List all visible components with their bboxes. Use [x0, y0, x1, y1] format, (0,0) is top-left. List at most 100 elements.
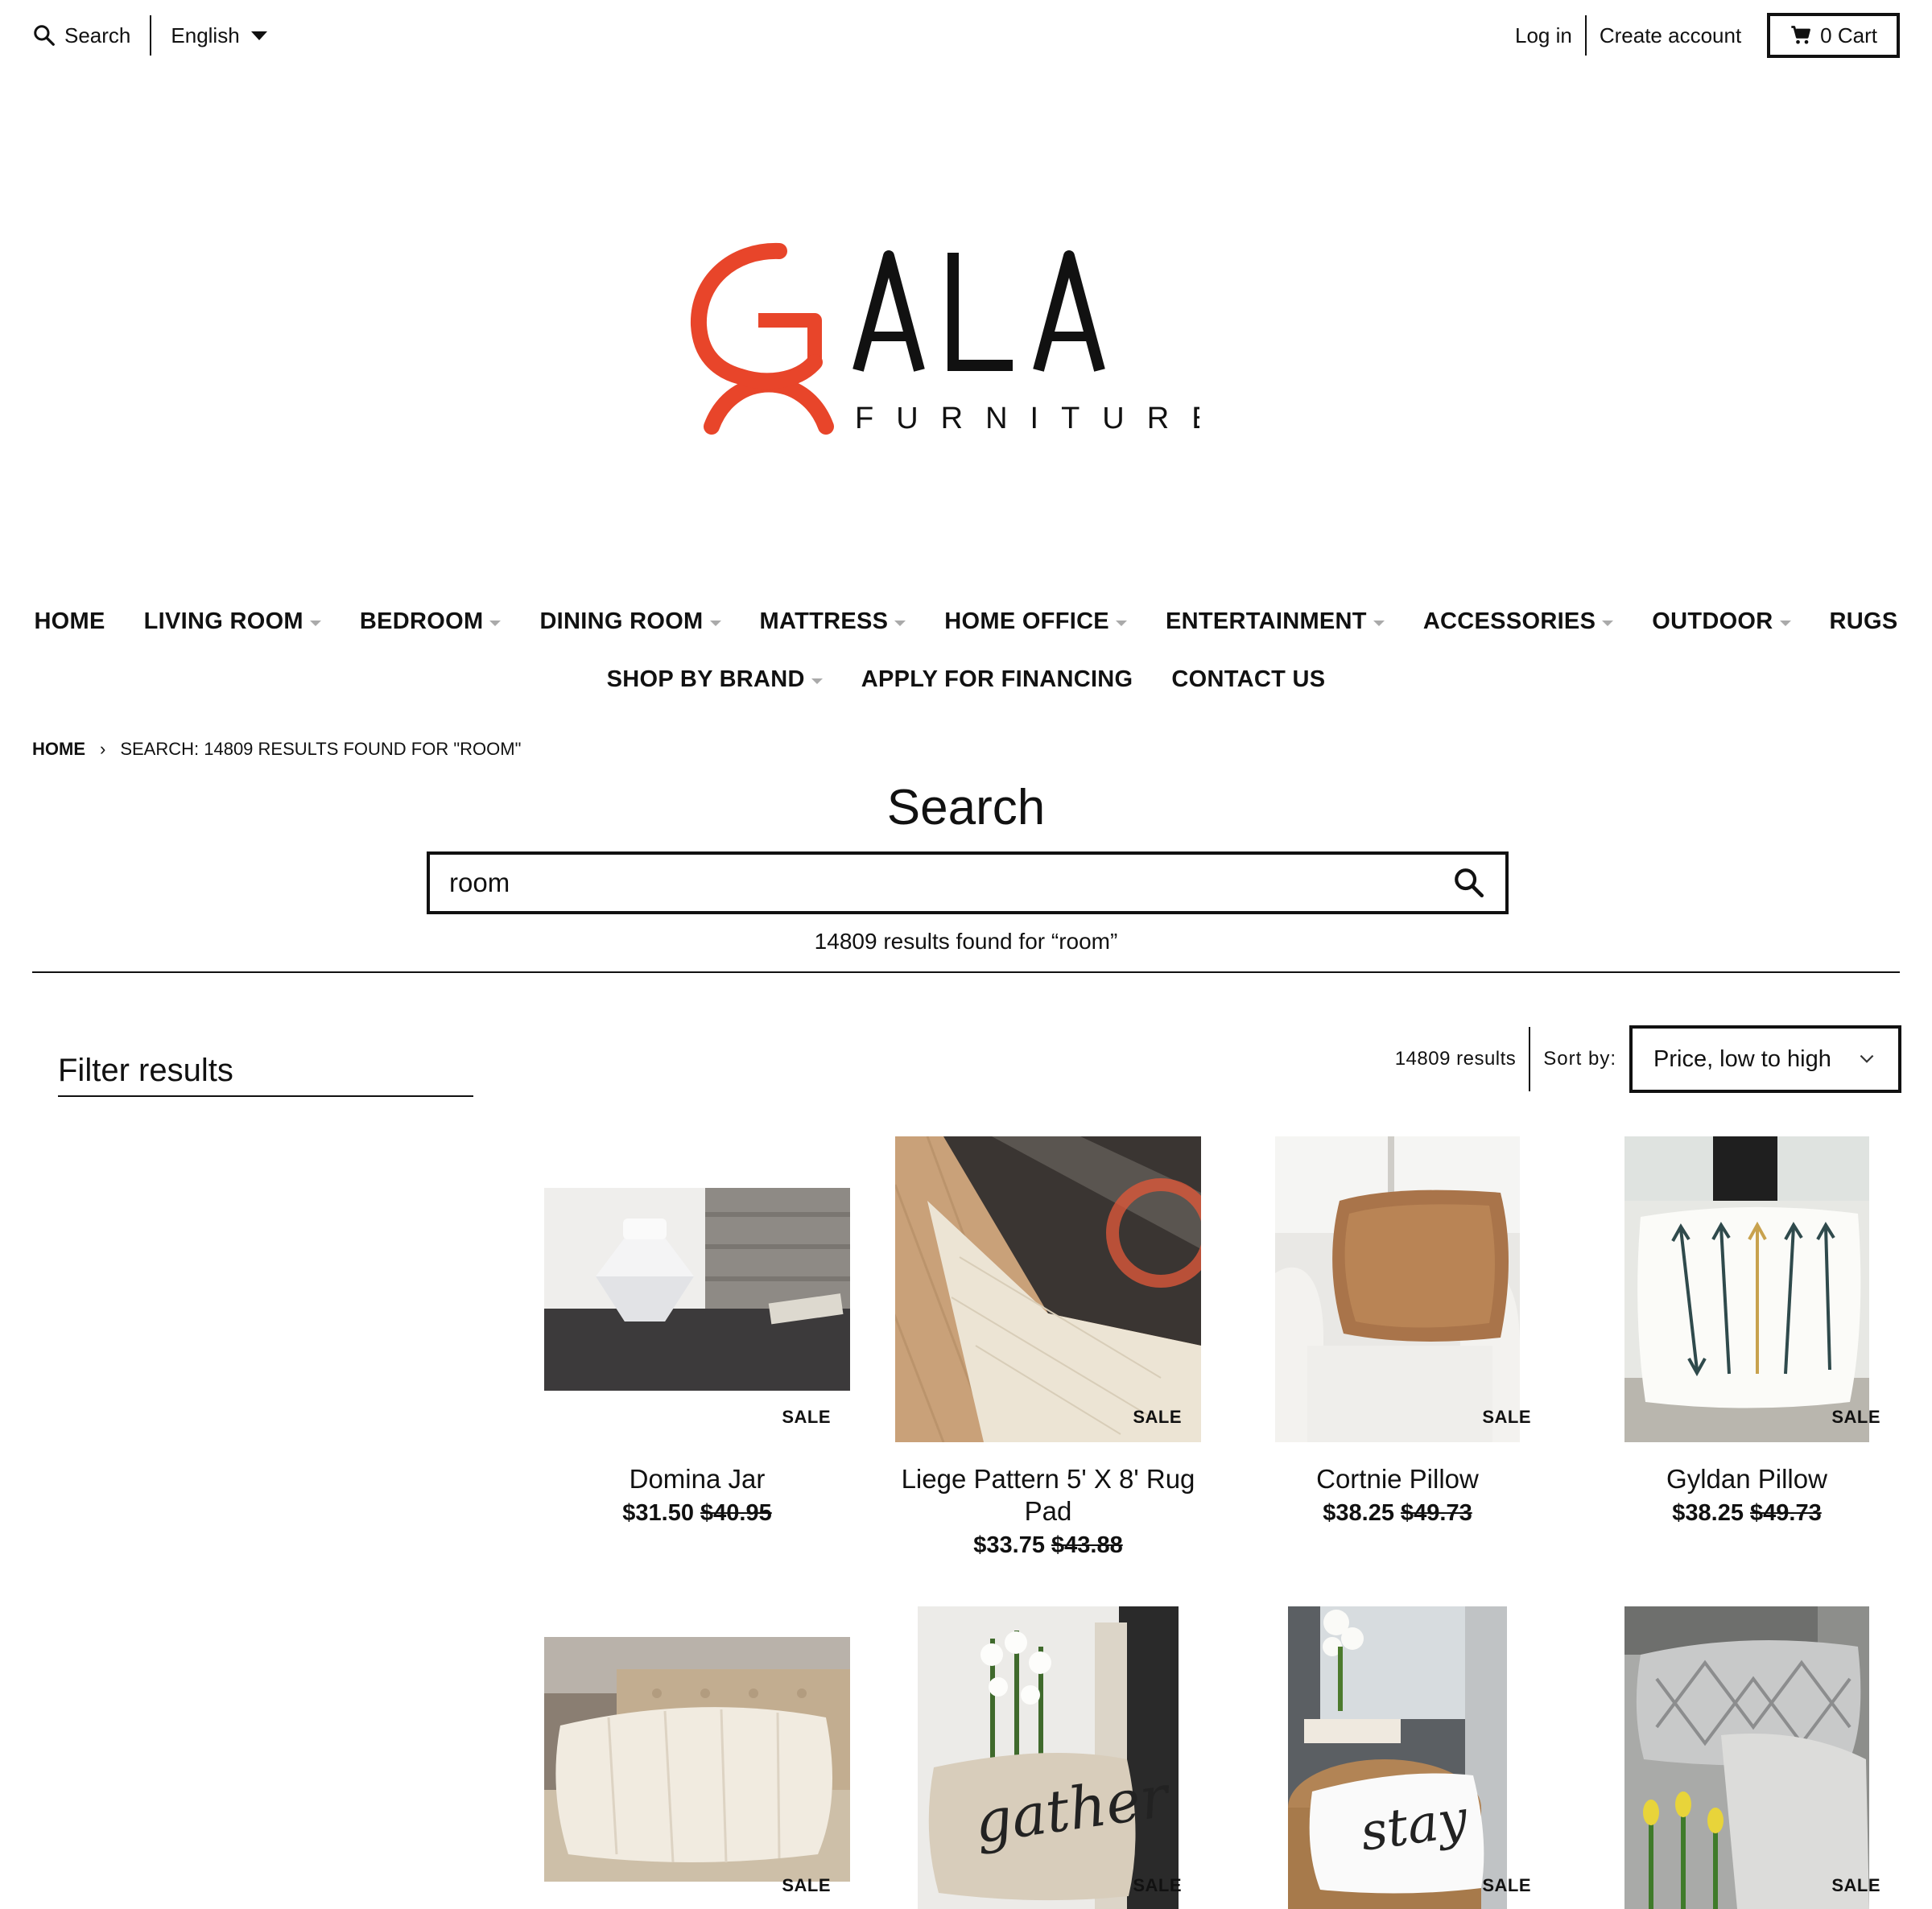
nav-apply-for-financing[interactable]: APPLY FOR FINANCING	[861, 666, 1133, 693]
product-image[interactable]: gather	[918, 1606, 1179, 1909]
sale-badge: SALE	[1831, 1875, 1880, 1895]
product-image[interactable]: stay	[1288, 1606, 1507, 1909]
dropdown-arrow-icon	[1602, 620, 1614, 626]
product-card[interactable]: SALE	[544, 1606, 850, 1909]
nav-contact-us[interactable]: CONTACT US	[1171, 666, 1325, 693]
sale-badge: SALE	[1831, 1407, 1880, 1427]
product-price: $38.25 $49.73	[1245, 1500, 1550, 1527]
nav-label: CONTACT US	[1171, 666, 1326, 692]
search-icon	[34, 25, 55, 46]
original-price: $40.95	[700, 1500, 772, 1526]
nav-label: ENTERTAINMENT	[1165, 608, 1367, 634]
nav-row-1: HOME LIVING ROOM BEDROOM DINING ROOM MAT…	[0, 602, 1932, 641]
divider	[1584, 15, 1587, 56]
nav-label: HOME	[34, 608, 105, 634]
nav-label: LIVING ROOM	[143, 608, 303, 634]
top-bar: Search English Log in Create account 0 C…	[0, 0, 1932, 71]
product-card[interactable]: stay SALE	[1245, 1606, 1550, 1909]
svg-text:FURNITURE: FURNITURE	[855, 402, 1199, 435]
dropdown-arrow-icon	[309, 620, 321, 626]
nav-outdoor[interactable]: OUTDOOR	[1652, 608, 1791, 635]
product-name[interactable]: Cortnie Pillow	[1245, 1463, 1550, 1495]
original-price: $49.73	[1401, 1500, 1472, 1526]
search-icon	[1455, 868, 1484, 898]
nav-bedroom[interactable]: BEDROOM	[360, 608, 502, 635]
results-count: 14809 results	[1394, 1048, 1517, 1070]
divider	[1529, 1027, 1531, 1091]
original-price: $49.73	[1750, 1500, 1822, 1526]
sale-badge: SALE	[1482, 1407, 1531, 1427]
nav-label: ACCESSORIES	[1422, 608, 1596, 634]
dropdown-arrow-icon	[1373, 620, 1385, 626]
breadcrumb-current: SEARCH: 14809 RESULTS FOUND FOR "ROOM"	[120, 739, 522, 759]
nav-label: SHOP BY BRAND	[606, 666, 805, 692]
nav-label: DINING ROOM	[539, 608, 704, 634]
sale-price: $31.50	[622, 1500, 694, 1526]
language-selector[interactable]: English	[171, 23, 267, 48]
breadcrumb: HOME › SEARCH: 14809 RESULTS FOUND FOR "…	[32, 739, 521, 760]
product-card[interactable]: SALE Cortnie Pillow $38.25 $49.73	[1245, 1136, 1550, 1555]
login-link[interactable]: Log in	[1515, 23, 1572, 48]
nav-rugs[interactable]: RUGS	[1830, 608, 1898, 635]
nav-shop-by-brand[interactable]: SHOP BY BRAND	[607, 666, 823, 693]
product-name[interactable]: Liege Pattern 5' X 8' Rug Pad	[895, 1463, 1201, 1528]
cart-icon	[1791, 26, 1811, 44]
product-price: $38.25 $49.73	[1594, 1500, 1900, 1527]
nav-accessories[interactable]: ACCESSORIES	[1422, 608, 1614, 635]
sale-badge: SALE	[782, 1875, 831, 1895]
nav-label: MATTRESS	[759, 608, 889, 634]
chevron-down-icon	[1860, 1054, 1874, 1063]
cart-count: 0	[1820, 23, 1832, 47]
sort-bar: 14809 results Sort by: Price, low to hig…	[1395, 1025, 1901, 1093]
header-search-button[interactable]: Search	[32, 23, 130, 48]
sort-selected-value: Price, low to high	[1653, 1045, 1831, 1072]
product-name[interactable]: Domina Jar	[544, 1463, 850, 1495]
language-label: English	[171, 23, 240, 47]
nav-mattress[interactable]: MATTRESS	[760, 608, 906, 635]
main-nav: HOME LIVING ROOM BEDROOM DINING ROOM MAT…	[0, 602, 1932, 699]
dropdown-arrow-icon	[894, 620, 906, 626]
product-image[interactable]	[1624, 1136, 1869, 1442]
product-image[interactable]	[1275, 1136, 1520, 1442]
sale-badge: SALE	[782, 1407, 831, 1427]
nav-label: OUTDOOR	[1652, 608, 1773, 634]
nav-dining-room[interactable]: DINING ROOM	[539, 608, 721, 635]
sale-badge: SALE	[1133, 1407, 1182, 1427]
dropdown-arrow-icon	[1115, 620, 1127, 626]
create-account-link[interactable]: Create account	[1600, 23, 1741, 48]
nav-home-office[interactable]: HOME OFFICE	[944, 608, 1127, 635]
filter-results-toggle[interactable]: Filter results	[58, 1053, 473, 1097]
sale-price: $38.25	[1323, 1500, 1394, 1526]
cart-button[interactable]: 0 Cart	[1767, 13, 1900, 58]
gala-logo-graphic: FURNITURE	[690, 242, 1212, 435]
product-image[interactable]	[895, 1136, 1201, 1442]
product-price: $31.50 $40.95	[544, 1500, 850, 1527]
sale-price: $33.75	[973, 1532, 1045, 1558]
divider	[32, 971, 1900, 973]
nav-label: HOME OFFICE	[944, 608, 1109, 634]
product-image[interactable]	[1624, 1606, 1869, 1909]
search-submit-button[interactable]	[1433, 855, 1505, 911]
product-card[interactable]: SALE Domina Jar $31.50 $40.95	[544, 1136, 850, 1555]
product-card[interactable]: SALE	[1594, 1606, 1900, 1909]
nav-label: APPLY FOR FINANCING	[861, 666, 1133, 692]
nav-entertainment[interactable]: ENTERTAINMENT	[1166, 608, 1385, 635]
product-name[interactable]: Gyldan Pillow	[1594, 1463, 1900, 1495]
product-card[interactable]: SALE Gyldan Pillow $38.25 $49.73	[1594, 1136, 1900, 1555]
dropdown-arrow-icon	[709, 620, 721, 626]
nav-living-room[interactable]: LIVING ROOM	[144, 608, 321, 635]
product-image[interactable]	[544, 1188, 850, 1391]
breadcrumb-home[interactable]: HOME	[32, 739, 85, 760]
search-input[interactable]	[430, 855, 1433, 911]
sort-select[interactable]: Price, low to high	[1629, 1025, 1901, 1093]
header-search-label: Search	[64, 23, 131, 47]
nav-home[interactable]: HOME	[34, 608, 105, 635]
divider	[150, 15, 152, 56]
product-card[interactable]: SALE Liege Pattern 5' X 8' Rug Pad $33.7…	[895, 1136, 1201, 1558]
product-card[interactable]: gather SALE	[895, 1606, 1201, 1909]
results-summary: 14809 results found for “room”	[814, 929, 1118, 954]
nav-label: RUGS	[1829, 608, 1898, 634]
top-bar-right: Log in Create account 0 Cart	[1515, 13, 1900, 58]
product-image[interactable]	[544, 1637, 850, 1882]
site-logo[interactable]: FURNITURE	[684, 241, 1212, 435]
